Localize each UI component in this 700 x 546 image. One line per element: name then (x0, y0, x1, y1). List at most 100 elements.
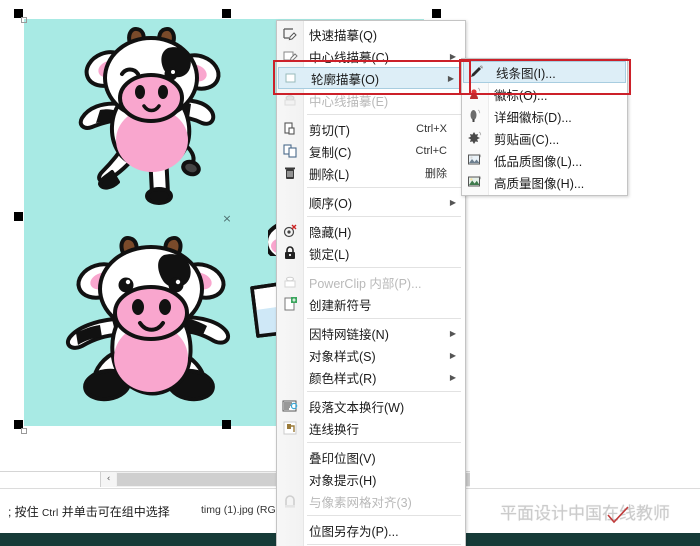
menu-item-label: 复制(C) (309, 145, 352, 160)
submenu-item-label: 低品质图像(L)... (494, 154, 583, 169)
menu-item-no-icon (277, 344, 303, 366)
menu-item-label: 轮廓描摹(O) (311, 72, 380, 87)
trash-icon (277, 162, 303, 184)
quick-trace-icon (277, 23, 303, 45)
scroll-left-arrow-icon[interactable]: ‹ (101, 472, 116, 487)
menu-item-label: 叠印位图(V) (309, 451, 376, 466)
menu-separator (307, 216, 461, 217)
submenu-item-detailed-logo[interactable]: 详细徽标(D)... (462, 105, 627, 127)
menu-item-internet-link[interactable]: 因特网链接(N) ▶ (277, 322, 465, 344)
submenu-chevron-icon: ▶ (449, 328, 457, 338)
submenu-chevron-icon: ▶ (449, 350, 457, 360)
outline-trace-icon (279, 67, 305, 89)
menu-item-object-style[interactable]: 对象样式(S) ▶ (277, 344, 465, 366)
selection-ghost-bottom-left (21, 428, 27, 434)
menu-item-object-hint[interactable]: 对象提示(H) (277, 468, 465, 490)
menu-item-delete[interactable]: 删除(L) 删除 (277, 162, 465, 184)
menu-item-save-bitmap-as[interactable]: 位图另存为(P)... (277, 519, 465, 541)
scrollbar-left-filler (0, 472, 101, 487)
submenu-item-label: 详细徽标(D)... (494, 110, 572, 125)
outline-trace-submenu[interactable]: 线条图(I)... 徽标(O)... 详细徽标(D)... 剪贴画(C)... 低品质图… (461, 58, 628, 196)
menu-item-label: 连线换行 (309, 422, 360, 437)
cow-illustration-bottom (65, 236, 231, 402)
menu-item-shortcut: Ctrl+C (415, 145, 447, 157)
menu-separator (307, 515, 461, 516)
menu-separator (307, 391, 461, 392)
menu-item-label: 位图另存为(P)... (309, 524, 399, 539)
line-wrap-icon (277, 417, 303, 439)
selection-handle-bottom-center[interactable] (222, 420, 231, 429)
selection-handle-top-right[interactable] (432, 9, 441, 18)
context-menu-items: 快速描摹(Q) 中心线描摹(C) ▶ 轮廓描摹(O) ▶ 中心线描摹(E) 剪切(T) Ctr… (277, 23, 465, 546)
submenu-item-low-quality[interactable]: 低品质图像(L)... (462, 149, 627, 171)
menu-item-label: 中心线描摹(C) (309, 50, 389, 65)
menu-item-label: 隐藏(H) (309, 225, 352, 240)
menu-item-label: 段落文本换行(W) (309, 400, 405, 415)
menu-item-line-wrap[interactable]: 连线换行 (277, 417, 465, 439)
menu-item-label: 中心线描摹(E) (309, 94, 389, 109)
menu-separator (307, 187, 461, 188)
menu-item-label: 快速描摹(Q) (309, 28, 378, 43)
powerclip-icon (277, 271, 303, 293)
menu-item-cut[interactable]: 剪切(T) Ctrl+X (277, 118, 465, 140)
selection-ghost-top-left (21, 17, 27, 23)
menu-item-label: 对象样式(S) (309, 349, 376, 364)
text-wrap-icon (277, 395, 303, 417)
menu-item-lock[interactable]: 锁定(L) (277, 242, 465, 264)
menu-item-label: 对象提示(H) (309, 473, 377, 488)
menu-item-shortcut: Ctrl+X (416, 123, 447, 135)
menu-item-order[interactable]: 顺序(O) ▶ (277, 191, 465, 213)
menu-item-para-text-wrap[interactable]: 段落文本换行(W) (277, 395, 465, 417)
selection-handle-middle-left[interactable] (14, 212, 23, 221)
watermark-check-icon (607, 506, 629, 524)
status-hint-prefix: ; 按住 (8, 505, 43, 519)
menu-item-no-icon (277, 446, 303, 468)
context-menu[interactable]: 快速描摹(Q) 中心线描摹(C) ▶ 轮廓描摹(O) ▶ 中心线描摹(E) 剪切(T) Ctr… (276, 20, 466, 546)
line-art-icon (464, 61, 490, 83)
menu-item-align-pixel-grid: 与像素网格对齐(3) (277, 490, 465, 512)
submenu-chevron-icon: ▶ (449, 372, 457, 382)
high-quality-icon (462, 171, 488, 193)
new-symbol-icon (277, 293, 303, 315)
menu-item-hide[interactable]: 隐藏(H) (277, 220, 465, 242)
pixel-grid-icon (277, 490, 303, 512)
submenu-item-label: 高质量图像(H)... (494, 176, 585, 191)
menu-item-centerline-trace[interactable]: 中心线描摹(C) ▶ (277, 45, 465, 67)
cow-illustration-top (78, 27, 221, 205)
menu-separator (307, 114, 461, 115)
menu-item-new-symbol[interactable]: 创建新符号 (277, 293, 465, 315)
low-quality-icon (462, 149, 488, 171)
menu-item-color-style[interactable]: 颜色样式(R) ▶ (277, 366, 465, 388)
menu-separator (307, 544, 461, 545)
lock-icon (277, 242, 303, 264)
menu-item-label: PowerClip 内部(P)... (309, 276, 422, 291)
dim-trace-icon (277, 89, 303, 111)
menu-item-no-icon (277, 322, 303, 344)
menu-separator (307, 442, 461, 443)
menu-item-quick-trace[interactable]: 快速描摹(Q) (277, 23, 465, 45)
menu-item-label: 顺序(O) (309, 196, 353, 211)
menu-item-powerclip: PowerClip 内部(P)... (277, 271, 465, 293)
selection-center-marker: × (222, 212, 232, 225)
submenu-item-clipart[interactable]: 剪贴画(C)... (462, 127, 627, 149)
submenu-chevron-icon: ▶ (449, 197, 457, 207)
submenu-item-line-art[interactable]: 线条图(I)... (463, 61, 626, 83)
logo-icon (462, 83, 488, 105)
selection-handle-top-center[interactable] (222, 9, 231, 18)
submenu-chevron-icon: ▶ (449, 51, 457, 61)
watermark-text: 平面设计中国在线教师 (500, 504, 670, 524)
submenu-item-logo[interactable]: 徽标(O)... (462, 83, 627, 105)
menu-item-label: 因特网链接(N) (309, 327, 389, 342)
menu-item-outline-trace[interactable]: 轮廓描摹(O) ▶ (278, 67, 464, 89)
submenu-chevron-icon: ▶ (447, 73, 455, 83)
menu-separator (307, 267, 461, 268)
menu-item-copy[interactable]: 复制(C) Ctrl+C (277, 140, 465, 162)
menu-item-overprint-bitmap[interactable]: 叠印位图(V) (277, 446, 465, 468)
status-hint: ; 按住 Ctrl 并单击可在组中选择 (8, 503, 170, 520)
submenu-item-high-quality[interactable]: 高质量图像(H)... (462, 171, 627, 193)
submenu-item-label: 线条图(I)... (496, 66, 556, 81)
detailed-logo-icon (462, 105, 488, 127)
menu-item-no-icon (277, 366, 303, 388)
hide-eye-icon (277, 220, 303, 242)
submenu-item-label: 剪贴画(C)... (494, 132, 560, 147)
